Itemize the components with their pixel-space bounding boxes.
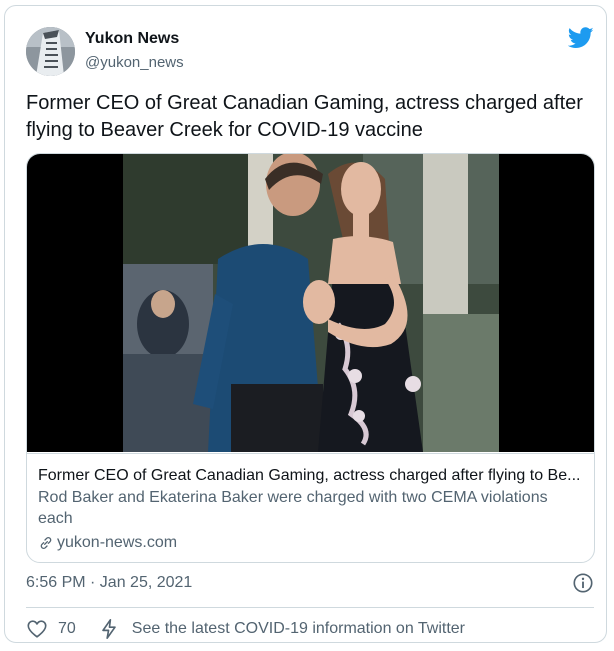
info-icon[interactable] (572, 572, 594, 594)
couple-photo (123, 154, 499, 452)
heart-icon[interactable] (26, 618, 48, 640)
lightning-icon[interactable] (99, 618, 119, 640)
twitter-bird-icon[interactable] (568, 27, 594, 49)
link-domain[interactable]: yukon-news.com (57, 532, 177, 553)
tweet-embed-card: Yukon News @yukon_news Former CEO of Gre… (4, 5, 607, 643)
link-preview-meta[interactable]: Former CEO of Great Canadian Gaming, act… (27, 453, 594, 551)
link-title[interactable]: Former CEO of Great Canadian Gaming, act… (38, 465, 586, 486)
tweet-text: Former CEO of Great Canadian Gaming, act… (26, 92, 583, 141)
like-count[interactable]: 70 (58, 620, 76, 638)
covid-info-link[interactable]: See the latest COVID-19 information on T… (132, 620, 465, 638)
avatar[interactable] (26, 27, 75, 76)
avatar-logo-image (26, 27, 75, 76)
link-icon (40, 536, 52, 549)
divider (26, 607, 594, 608)
link-preview-image[interactable] (27, 154, 594, 452)
link-preview-card[interactable]: Former CEO of Great Canadian Gaming, act… (26, 153, 595, 563)
link-description: Rod Baker and Ekaterina Baker were charg… (38, 489, 548, 527)
tweet-timestamp[interactable]: 6:56 PM · Jan 25, 2021 (26, 574, 192, 592)
action-bar: 70 See the latest COVID-19 information o… (26, 617, 465, 641)
author-name[interactable]: Yukon News (85, 30, 179, 48)
link-domain-row[interactable]: yukon-news.com (38, 532, 177, 553)
author-handle[interactable]: @yukon_news (85, 54, 184, 71)
